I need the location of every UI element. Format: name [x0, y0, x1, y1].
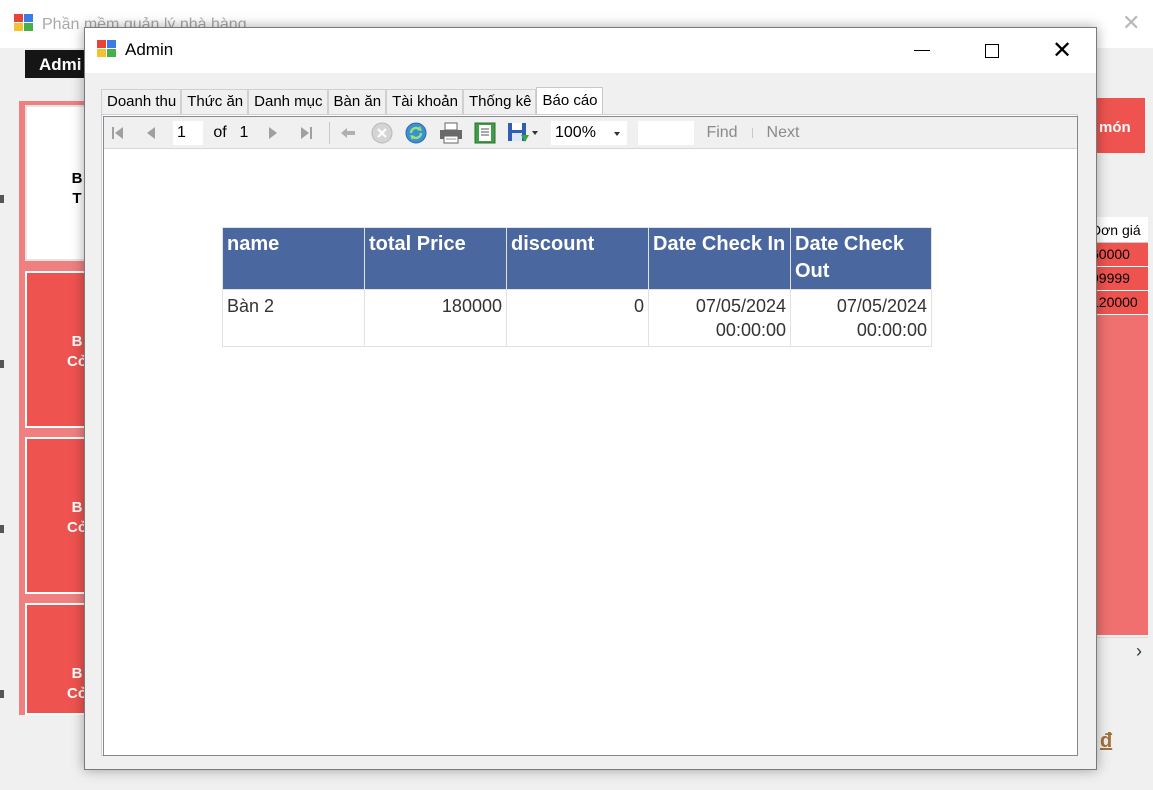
report-viewer: 1 of 1 100% Find Next name total Price d… — [103, 116, 1078, 756]
left-edge-mark — [0, 690, 4, 698]
close-icon: ✕ — [1051, 36, 1073, 64]
admin-dialog: Admin ✕ Doanh thu Thức ăn Danh mục Bàn ă… — [84, 27, 1097, 770]
left-edge-mark — [0, 525, 4, 533]
chevron-down-icon — [614, 132, 620, 136]
main-close-icon[interactable]: ✕ — [1122, 12, 1140, 34]
tab-danh-muc[interactable]: Danh mục — [248, 89, 328, 114]
chevron-down-icon — [532, 131, 538, 135]
minimize-button[interactable] — [899, 28, 945, 73]
report-table: name total Price discount Date Check In … — [222, 227, 932, 347]
save-export-icon — [508, 123, 529, 142]
app-icon — [14, 14, 33, 31]
table-row: Bàn 2 180000 0 07/05/2024 00:00:00 07/05… — [222, 289, 932, 347]
current-page-input[interactable]: 1 — [173, 121, 203, 145]
cell-date-check-out: 07/05/2024 00:00:00 — [790, 289, 932, 347]
find-next-button[interactable]: Next — [764, 121, 802, 145]
cell-date-check-in: 07/05/2024 00:00:00 — [648, 289, 791, 347]
first-page-button[interactable] — [106, 121, 130, 145]
export-button[interactable] — [504, 121, 542, 145]
stop-button[interactable] — [370, 121, 394, 145]
column-header-date-check-in: Date Check In — [648, 227, 791, 290]
maximize-icon — [985, 43, 999, 58]
toolbar-separator — [329, 122, 330, 144]
grid-header-price: Đơn giá — [1091, 217, 1148, 243]
cell-total-price: 180000 — [364, 289, 507, 347]
report-tab-page: 1 of 1 100% Find Next name total Price d… — [101, 114, 1078, 756]
column-header-discount: discount — [506, 227, 649, 290]
printer-icon — [440, 122, 462, 144]
back-arrow-icon — [341, 128, 355, 138]
tab-bao-cao[interactable]: Báo cáo — [536, 87, 603, 114]
table-tile[interactable]: B Cỏ — [25, 271, 89, 428]
grid-cell-price: 60000 — [1091, 243, 1148, 267]
tab-tai-khoan[interactable]: Tài khoản — [386, 89, 463, 114]
minimize-icon — [914, 50, 930, 51]
total-amount-suffix: đ — [1100, 730, 1113, 752]
stop-icon — [371, 122, 393, 144]
print-button[interactable] — [438, 121, 464, 145]
grid-cell-price: 99999 — [1091, 267, 1148, 291]
tab-strip: Doanh thu Thức ăn Danh mục Bàn ăn Tài kh… — [101, 87, 603, 114]
last-page-icon — [301, 127, 312, 139]
close-button[interactable]: ✕ — [1039, 28, 1085, 73]
back-button[interactable] — [336, 121, 360, 145]
admin-title-bar: Admin ✕ — [85, 28, 1096, 73]
cell-name: Bàn 2 — [222, 289, 365, 347]
bill-grid[interactable]: Đơn giá 60000 99999 120000 — [1091, 217, 1148, 635]
column-header-name: name — [222, 227, 365, 290]
left-edge-mark — [0, 195, 4, 203]
last-page-button[interactable] — [294, 121, 318, 145]
find-button[interactable]: Find — [704, 121, 740, 145]
report-header-row: name total Price discount Date Check In … — [222, 227, 932, 290]
grid-horizontal-scrollbar[interactable]: › — [1091, 637, 1148, 663]
refresh-button[interactable] — [404, 121, 428, 145]
app-icon — [97, 40, 116, 57]
first-page-icon — [112, 127, 123, 139]
admin-window-title: Admin — [125, 40, 174, 59]
toolbar-separator — [752, 128, 753, 138]
next-page-icon — [269, 127, 277, 139]
cell-discount: 0 — [506, 289, 649, 347]
zoom-value: 100% — [555, 124, 596, 141]
total-pages-label: 1 — [239, 124, 249, 141]
column-header-date-check-out: Date Check Out — [790, 227, 932, 290]
page-layout-icon — [474, 122, 496, 144]
table-tile[interactable]: B T — [25, 105, 89, 261]
tab-thong-ke[interactable]: Thống kê — [462, 89, 537, 114]
left-edge-mark — [0, 360, 4, 368]
chevron-right-icon[interactable]: › — [1136, 641, 1142, 662]
zoom-select[interactable]: 100% — [551, 121, 627, 145]
table-tile[interactable]: B Cỏ — [25, 603, 89, 715]
previous-page-button[interactable] — [140, 121, 162, 145]
grid-cell-price: 120000 — [1091, 291, 1148, 315]
tab-ban-an[interactable]: Bàn ăn — [327, 89, 387, 114]
of-label: of — [213, 124, 227, 141]
find-text-input[interactable] — [638, 121, 694, 145]
page-layout-button[interactable] — [472, 121, 498, 145]
next-page-button[interactable] — [262, 121, 284, 145]
table-tile[interactable]: B Cỏ — [25, 437, 89, 594]
tab-doanh-thu[interactable]: Doanh thu — [101, 89, 182, 114]
previous-page-icon — [147, 127, 155, 139]
column-header-total-price: total Price — [364, 227, 507, 290]
report-toolbar: 1 of 1 100% Find Next — [104, 117, 1077, 149]
maximize-button[interactable] — [969, 28, 1015, 73]
refresh-icon — [405, 122, 427, 144]
tab-thuc-an[interactable]: Thức ăn — [181, 89, 249, 114]
